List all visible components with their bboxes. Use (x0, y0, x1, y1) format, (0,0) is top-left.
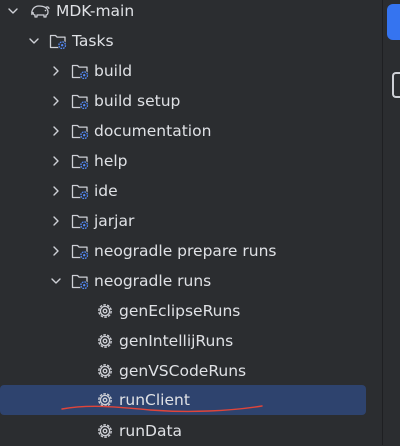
chevron-right-icon[interactable] (49, 214, 63, 228)
chevron-right-icon[interactable] (49, 184, 63, 198)
tree-node-group-neogradle-runs[interactable]: neogradle runs (0, 266, 370, 296)
tasks-label: Tasks (72, 32, 114, 50)
tree-node-group-build[interactable]: build (0, 56, 370, 86)
folder-gear-icon (48, 31, 68, 51)
elephant-icon (28, 1, 52, 21)
group-label: help (94, 152, 128, 170)
task-label: runData (119, 422, 183, 440)
folder-gear-icon (70, 181, 90, 201)
group-label: jarjar (94, 212, 135, 230)
group-label: build (94, 62, 133, 80)
tree-node-group-documentation[interactable]: documentation (0, 116, 370, 146)
gradle-tasks-tree: MDK-main Tasks build build setup documen… (0, 0, 382, 445)
group-label: neogradle runs (94, 272, 212, 290)
task-label: genEclipseRuns (119, 302, 241, 320)
tree-node-group-help[interactable]: help (0, 146, 370, 176)
chevron-down-icon[interactable] (6, 4, 20, 18)
group-label: documentation (94, 122, 212, 140)
folder-gear-icon (70, 91, 90, 111)
folder-gear-icon (70, 61, 90, 81)
tree-node-tasks[interactable]: Tasks (0, 26, 370, 56)
gear-icon (95, 361, 115, 381)
folder-gear-icon (70, 271, 90, 291)
gear-icon (95, 301, 115, 321)
tree-node-task-runData[interactable]: runData (0, 416, 370, 446)
tool-window-icon[interactable] (392, 72, 400, 98)
tree-node-group-build-setup[interactable]: build setup (0, 86, 370, 116)
right-tool-strip (383, 0, 400, 445)
active-tool-window-button[interactable] (387, 4, 400, 40)
folder-gear-icon (70, 121, 90, 141)
chevron-right-icon[interactable] (49, 94, 63, 108)
chevron-down-icon[interactable] (49, 274, 63, 288)
group-label: neogradle prepare runs (94, 242, 277, 260)
folder-gear-icon (70, 211, 90, 231)
task-label: genVSCodeRuns (119, 362, 247, 380)
tree-node-task-genVSCodeRuns[interactable]: genVSCodeRuns (0, 356, 370, 386)
tree-node-task-runClient[interactable]: runClient (0, 385, 366, 415)
chevron-down-icon[interactable] (27, 34, 41, 48)
gear-icon (95, 331, 115, 351)
project-label: MDK-main (56, 2, 135, 20)
chevron-right-icon[interactable] (49, 124, 63, 138)
folder-gear-icon (70, 151, 90, 171)
folder-gear-icon (70, 241, 90, 261)
chevron-right-icon[interactable] (49, 154, 63, 168)
tree-node-group-jarjar[interactable]: jarjar (0, 206, 370, 236)
task-label: runClient (119, 391, 190, 409)
tree-node-group-neogradle-prepare-runs[interactable]: neogradle prepare runs (0, 236, 370, 266)
tree-node-task-genEclipseRuns[interactable]: genEclipseRuns (0, 296, 370, 326)
tree-node-task-genIntellijRuns[interactable]: genIntellijRuns (0, 326, 370, 356)
task-label: genIntellijRuns (119, 332, 234, 350)
gear-icon (95, 421, 115, 441)
group-label: build setup (94, 92, 181, 110)
tree-node-group-ide[interactable]: ide (0, 176, 370, 206)
chevron-right-icon[interactable] (49, 64, 63, 78)
group-label: ide (94, 182, 118, 200)
gear-icon (95, 390, 115, 410)
tree-node-project[interactable]: MDK-main (0, 0, 370, 26)
chevron-right-icon[interactable] (49, 244, 63, 258)
